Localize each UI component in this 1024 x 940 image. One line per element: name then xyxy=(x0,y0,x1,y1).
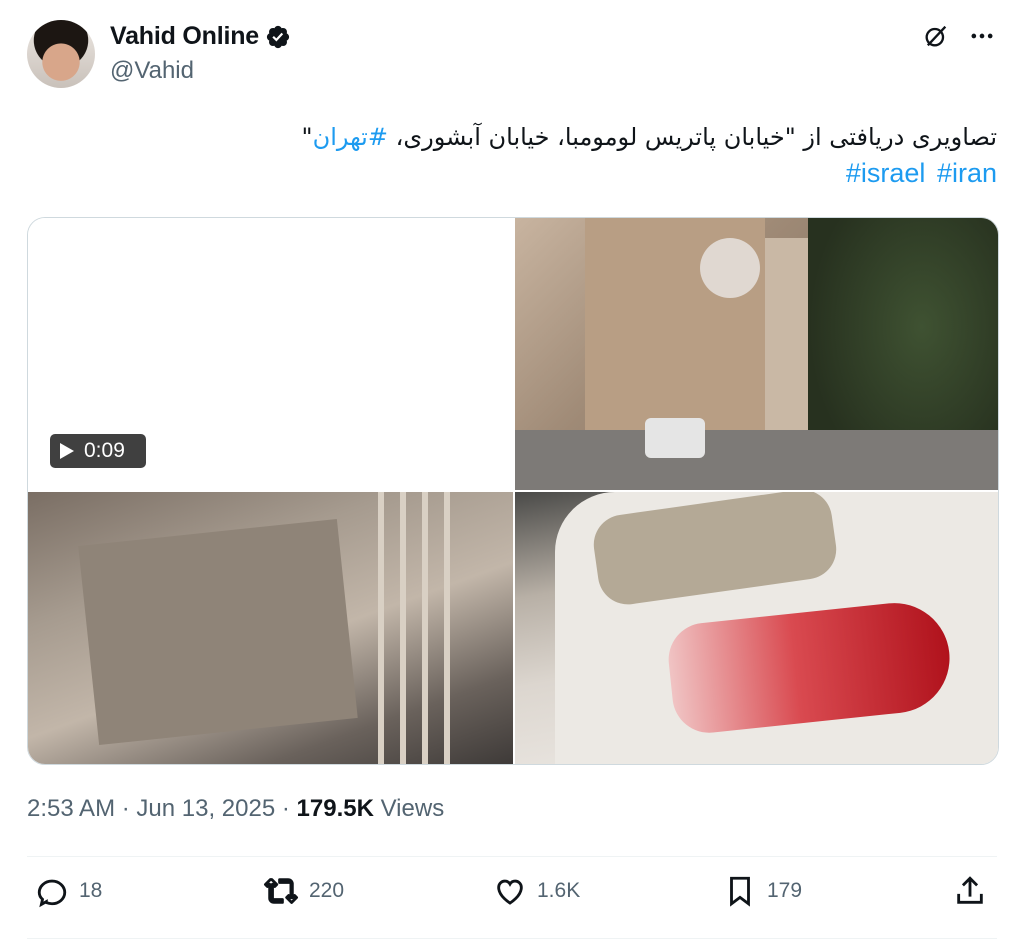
heart-icon xyxy=(497,879,523,905)
repost-count: 220 xyxy=(309,879,345,902)
header-icons xyxy=(922,22,996,50)
reply-icon xyxy=(37,879,67,908)
author-row: Vahid Online xyxy=(110,22,291,51)
action-bar: 18 220 1.6K 179 xyxy=(27,874,997,926)
hashtags-line: #israel #iran xyxy=(842,158,997,189)
author-handle[interactable]: @Vahid xyxy=(110,57,194,85)
hashtag-link[interactable]: #iran xyxy=(937,158,997,188)
media-grid: 0:09 xyxy=(27,217,999,765)
tweet-text: تصاویری دریافتی از "خیابان پاتریس لومومب… xyxy=(237,116,997,158)
media-image[interactable] xyxy=(28,492,513,764)
bookmark-count: 179 xyxy=(767,879,803,902)
like-count: 1.6K xyxy=(537,879,581,902)
author-name[interactable]: Vahid Online xyxy=(110,22,259,51)
bookmark-icon xyxy=(730,876,750,907)
like-button[interactable]: 1.6K xyxy=(493,874,580,908)
tweet-time[interactable]: 2:53 AM xyxy=(27,795,115,822)
share-icon xyxy=(957,876,983,904)
play-icon xyxy=(60,443,74,459)
verified-badge-icon xyxy=(266,25,290,48)
share-button[interactable] xyxy=(953,874,987,908)
divider xyxy=(27,856,997,857)
tweet-text-end: " xyxy=(301,123,313,151)
video-duration-badge: 0:09 xyxy=(50,434,146,468)
meta-separator: · xyxy=(281,795,290,822)
bookmark-button[interactable]: 179 xyxy=(723,874,802,908)
tweet-meta: 2:53 AM · Jun 13, 2025 · 179.5K Views xyxy=(27,795,444,823)
hashtag-link[interactable]: #israel xyxy=(846,158,926,188)
reply-count: 18 xyxy=(79,879,103,902)
grok-icon[interactable] xyxy=(922,22,950,50)
reply-button[interactable]: 18 xyxy=(35,874,102,908)
views-label: Views xyxy=(380,795,445,822)
video-thumbnail[interactable]: 0:09 xyxy=(28,218,513,490)
repost-icon xyxy=(264,878,298,904)
more-icon[interactable] xyxy=(968,22,996,50)
divider xyxy=(27,938,997,939)
media-image[interactable] xyxy=(515,492,998,764)
tweet-date[interactable]: Jun 13, 2025 xyxy=(136,795,275,822)
media-image[interactable] xyxy=(515,218,998,490)
hashtag-link[interactable]: #تهران xyxy=(313,123,388,151)
meta-separator: · xyxy=(121,795,130,822)
repost-button[interactable]: 220 xyxy=(263,874,344,908)
views-count: 179.5K xyxy=(296,795,374,822)
video-duration: 0:09 xyxy=(84,439,125,462)
tweet-text-main: تصاویری دریافتی از "خیابان پاتریس لومومب… xyxy=(387,123,997,151)
avatar[interactable] xyxy=(27,20,95,88)
